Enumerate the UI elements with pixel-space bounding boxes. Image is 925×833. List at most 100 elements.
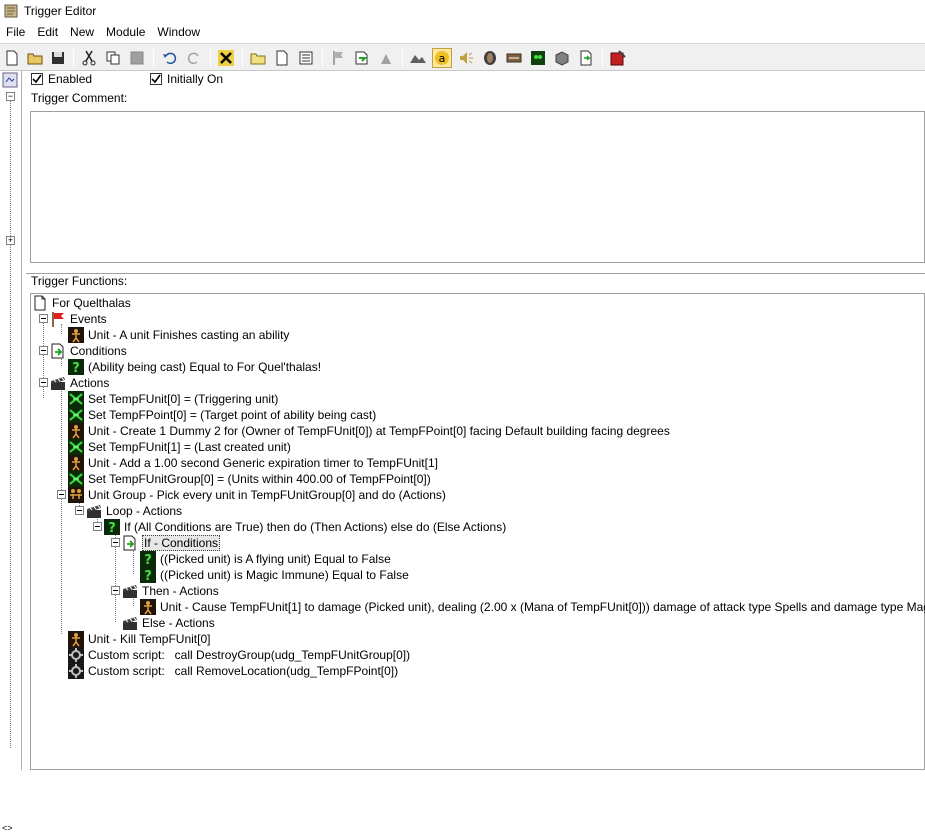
enabled-checkbox-row[interactable]: Enabled [31,72,92,86]
tree-row-trigger[interactable]: For Quelthalas [32,295,131,311]
menu-bar: File Edit New Module Window [0,22,925,42]
expand-box[interactable]: + [6,236,15,245]
tree-row-loop-actions[interactable]: Loop - Actions [86,503,182,519]
tree-row-if-then-else[interactable]: ? If (All Conditions are True) then do (… [104,519,506,535]
menu-edit[interactable]: Edit [31,25,64,39]
menu-new[interactable]: New [64,25,100,39]
condition-doc-icon [122,535,138,551]
question-icon: ? [140,551,156,567]
question-icon: ? [68,359,84,375]
collapse-box[interactable]: − [6,92,15,101]
scroll-arrows[interactable]: <> [2,823,13,833]
then-actions-collapse[interactable] [111,586,120,595]
new-action-icon[interactable] [376,48,396,68]
trigger-editor-icon[interactable]: a [432,48,452,68]
new-category-icon[interactable] [248,48,268,68]
menu-file[interactable]: File [0,25,31,39]
test-map-icon[interactable] [608,48,628,68]
tree-row-if-conditions[interactable]: If - Conditions [122,535,221,551]
title-bar: Trigger Editor [0,0,925,22]
new-trigger-icon[interactable] [272,48,292,68]
custom-script-icon [68,647,84,663]
object-editor-icon[interactable] [480,48,500,68]
trigger-list-pane[interactable]: − + <> [0,71,22,833]
if-conditions-collapse[interactable] [111,538,120,547]
tree-row-conditions[interactable]: Conditions [50,343,127,359]
new-event-icon[interactable] [328,48,348,68]
menu-module[interactable]: Module [100,25,151,39]
event-flag-icon [50,311,66,327]
svg-text:?: ? [108,521,116,535]
tree-row-then-actions[interactable]: Then - Actions [122,583,219,599]
unit-group-collapse[interactable] [57,490,66,499]
tree-row-actions[interactable]: Actions [50,375,109,391]
terrain-editor-icon[interactable] [408,48,428,68]
trigger-functions-label: Trigger Functions: [31,274,130,288]
events-collapse[interactable] [39,314,48,323]
trigger-doc-icon [32,295,48,311]
loop-actions-collapse[interactable] [75,506,84,515]
new-comment-icon[interactable] [296,48,316,68]
tree-row-action-4[interactable]: Unit - Add a 1.00 second Generic expirat… [68,455,438,471]
new-doc-icon[interactable] [2,48,22,68]
unit-icon [68,631,84,647]
tree-row-action-2[interactable]: Unit - Create 1 Dummy 2 for (Owner of Te… [68,423,670,439]
ai-editor-icon[interactable] [528,48,548,68]
tree-row-condition-0[interactable]: ? (Ability being cast) Equal to For Quel… [68,359,321,375]
unit-icon [68,327,84,343]
initially-on-checkbox-row[interactable]: Initially On [150,72,223,86]
condition-doc-icon [50,343,66,359]
pane-splitter[interactable] [26,273,925,276]
tree-row-action-9[interactable]: Custom script: call RemoveLocation(udg_T… [68,663,398,679]
conditions-collapse[interactable] [39,346,48,355]
tree-row-action-8[interactable]: Custom script: call DestroyGroup(udg_Tem… [68,647,410,663]
cut-icon[interactable] [79,48,99,68]
copy-icon[interactable] [103,48,123,68]
enabled-checkbox[interactable] [31,73,43,85]
action-clapper-icon [122,583,138,599]
set-variable-icon [68,407,84,423]
tree-row-events[interactable]: Events [50,311,107,327]
window-title: Trigger Editor [24,4,97,18]
actions-collapse[interactable] [39,378,48,387]
initially-on-checkbox[interactable] [150,73,162,85]
campaign-editor-icon[interactable] [504,48,524,68]
trigger-comment-textarea[interactable] [30,111,925,263]
object-manager-icon[interactable] [552,48,572,68]
action-clapper-icon [122,615,138,631]
svg-text:?: ? [72,361,80,375]
action-clapper-icon [50,375,66,391]
tree-row-else-actions[interactable]: Else - Actions [122,615,215,631]
trigger-comment-label: Trigger Comment: [31,91,128,105]
tree-row-action-5[interactable]: Set TempFUnitGroup[0] = (Units within 40… [68,471,431,487]
save-icon[interactable] [48,48,68,68]
trigger-detail-pane: Enabled Initially On Trigger Comment: Tr… [23,71,925,770]
import-manager-icon[interactable] [576,48,596,68]
redo-icon[interactable] [184,48,204,68]
map-root-icon[interactable] [2,72,18,91]
tree-row-action-1[interactable]: Set TempFPoint[0] = (Target point of abi… [68,407,376,423]
new-condition-icon[interactable] [352,48,372,68]
open-folder-icon[interactable] [25,48,45,68]
tree-row-action-0[interactable]: Set TempFUnit[0] = (Triggering unit) [68,391,278,407]
paste-icon[interactable] [127,48,147,68]
tree-row-if-condition-1[interactable]: ? ((Picked unit) is Magic Immune) Equal … [140,567,409,583]
trigger-functions-tree[interactable]: For Quelthalas Events Unit - A unit Fini… [30,293,925,770]
tree-row-event-0[interactable]: Unit - A unit Finishes casting an abilit… [68,327,289,343]
delete-x-icon[interactable] [216,48,236,68]
tree-row-action-7[interactable]: Unit - Kill TempFUnit[0] [68,631,210,647]
set-variable-icon [68,391,84,407]
sound-editor-icon[interactable] [456,48,476,68]
if-then-else-collapse[interactable] [93,522,102,531]
tree-row-action-3[interactable]: Set TempFUnit[1] = (Last created unit) [68,439,291,455]
toolbar: a [0,43,925,71]
tree-row-action-6[interactable]: Unit Group - Pick every unit in TempFUni… [68,487,446,503]
undo-icon[interactable] [160,48,180,68]
unit-icon [140,599,156,615]
unit-icon [68,455,84,471]
custom-script-icon [68,663,84,679]
menu-window[interactable]: Window [151,25,206,39]
tree-row-if-condition-0[interactable]: ? ((Picked unit) is A flying unit) Equal… [140,551,391,567]
unit-group-icon [68,487,84,503]
tree-row-then-action-0[interactable]: Unit - Cause TempFUnit[1] to damage (Pic… [140,599,925,615]
